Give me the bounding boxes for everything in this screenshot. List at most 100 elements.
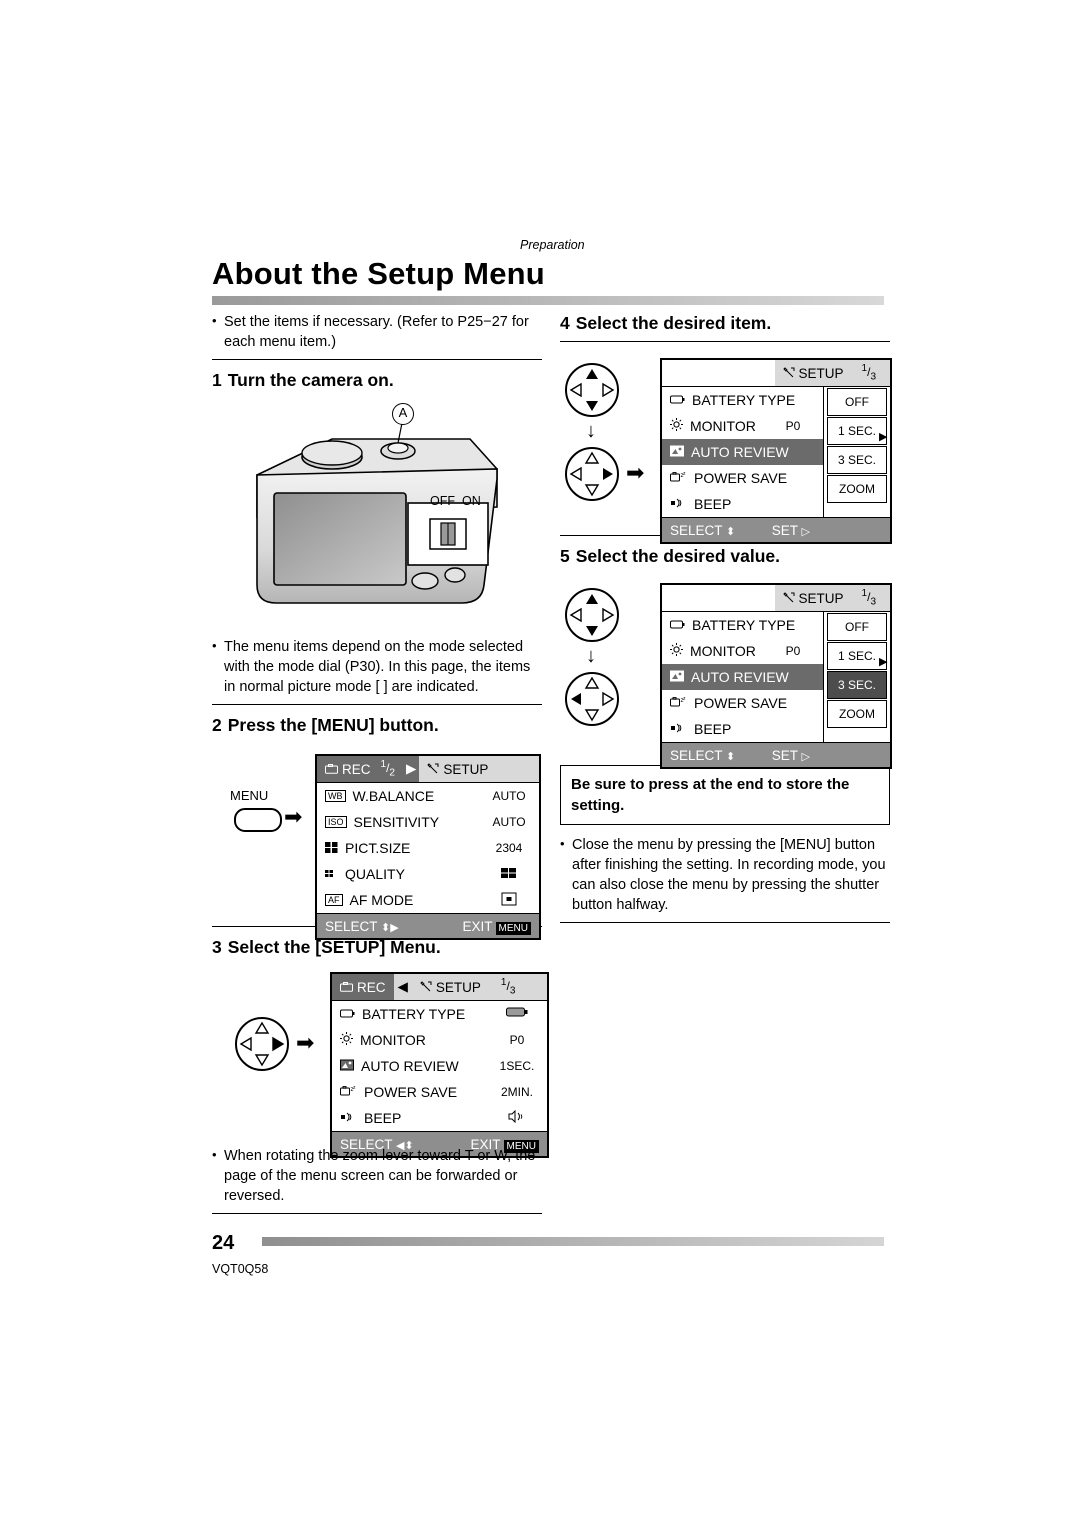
menu-row[interactable]: ISO SENSITIVITY AUTO [317,809,539,835]
mode-bullet: The menu items depend on the mode select… [212,636,542,697]
tab-setup-page: 1/3 [861,363,876,383]
switch-off-label: OFF [430,494,455,508]
step4-figure: ↓ ➡ SETUP 1/3 BATTERY TYPE MONITOR P0 AU… [560,350,892,544]
dpad-up-icon[interactable] [564,587,620,648]
footer-set[interactable]: SET ▷ [772,748,810,763]
tab-setup[interactable]: SETUP [419,756,539,782]
setup-menu-tabrow: REC ◀ SETUP 1/3 [332,974,547,1001]
menu-row[interactable]: BATTERY TYPE [332,1001,547,1027]
dpad-right-icon[interactable] [564,446,620,507]
footer-select[interactable]: SELECT ⬍ [670,748,735,763]
iso-icon: ISO [325,816,347,828]
divider [560,341,890,342]
arrow-down-icon: ↓ [586,645,596,667]
tab-prev-arrow-icon[interactable]: ◀ [393,974,412,1000]
value-option[interactable]: OFF [827,388,887,416]
value-option[interactable]: 1 SEC. [827,417,887,445]
value-option[interactable]: 3 SEC. [827,446,887,474]
value-option[interactable]: 1 SEC. [827,642,887,670]
battery-icon [340,1007,355,1022]
menu-row[interactable]: MONITOR P0 [332,1027,547,1053]
menu-row[interactable]: zz POWER SAVE [662,465,823,491]
switch-on-label: ON [462,494,481,508]
tab-rec-label: REC [357,979,386,995]
rec-menu-tabrow: REC 1/2 ▶ SETUP [317,756,539,783]
menu-row[interactable]: BEEP [662,491,823,517]
menu-row[interactable]: QUALITY [317,861,539,887]
value-option[interactable]: ZOOM [827,700,887,728]
menu-button-icon[interactable] [234,808,282,832]
pictsize-icon [325,841,338,856]
menu-row[interactable]: BATTERY TYPE [662,387,823,413]
rec-menu-footer: SELECT ⬍▶ EXIT MENU [317,913,539,938]
tab-blank [662,360,775,386]
row-value: AUTO [492,789,526,803]
menu-row[interactable]: zz POWER SAVE [662,690,823,716]
setup-menu-rows: BATTERY TYPE MONITOR P0 AUTO REVIEW 1SEC… [332,1001,547,1131]
dpad-up-icon[interactable] [564,362,620,423]
setup-menu-screen: REC ◀ SETUP 1/3 BATTERY TYPE MONITOR P0 … [330,972,549,1158]
camera-illustration: A OFF ON [212,397,542,637]
dpad-icon[interactable] [234,1016,290,1072]
close-menu-bullet: Close the menu by pressing the [MENU] bu… [560,834,890,915]
menu-row[interactable]: PICT.SIZE 2304 [317,835,539,861]
arrow-right-icon: ➡ [284,804,303,829]
row-label: MONITOR [360,1032,426,1048]
menu-row[interactable]: zz POWER SAVE 2MIN. [332,1079,547,1105]
footer-set[interactable]: SET ▷ [772,523,810,538]
menu-row[interactable]: AF AF MODE [317,887,539,913]
tab-setup-label: SETUP [798,590,844,606]
tab-setup[interactable]: SETUP 1/3 [411,974,547,1000]
svg-text:z: z [683,471,686,477]
dpad-left-icon[interactable] [564,671,620,732]
footer-select[interactable]: SELECT ⬍▶ [325,919,399,934]
menu-row[interactable]: MONITOR P0 [662,638,823,664]
row-label: POWER SAVE [694,695,788,711]
menu-row[interactable]: BATTERY TYPE [662,612,823,638]
row-value: P0 [509,1033,525,1047]
footer-select[interactable]: SELECT ⬍ [670,523,735,538]
value-option-selected[interactable]: 3 SEC. [827,671,887,699]
auto-review-icon [340,1059,354,1074]
menu-row-selected[interactable]: AUTO REVIEW [662,439,823,465]
tab-rec[interactable]: REC [332,974,394,1000]
row-label: SENSITIVITY [353,814,440,830]
battery-icon [670,618,685,633]
menu-row-selected[interactable]: AUTO REVIEW [662,664,823,690]
wrench-icon [420,981,432,992]
monitor-icon [670,418,683,434]
power-save-icon: zz [670,696,687,711]
menu4-footer: SELECT ⬍ SET ▷ [662,517,890,542]
row-value [495,1007,539,1021]
menu-row[interactable]: WB W.BALANCE AUTO [317,783,539,809]
menu-row[interactable]: MONITOR P0 [662,413,823,439]
footer-exit[interactable]: EXIT MENU [463,919,531,935]
step-2-number: 2 [212,715,222,735]
tab-setup[interactable]: SETUP 1/3 [774,585,890,611]
menu4-rows: BATTERY TYPE MONITOR P0 AUTO REVIEW z z … [662,387,823,517]
menu-row[interactable]: AUTO REVIEW 1SEC. [332,1053,547,1079]
auto-review-icon [670,670,684,685]
step-4: 4 Select the desired item. [560,312,890,334]
menu4-value-column: OFF 1 SEC. 3 SEC. ZOOM [823,387,890,517]
divider [212,704,542,705]
right-column: 4 Select the desired item. ↓ ➡ SETUP 1/3… [560,312,892,932]
row-label: MONITOR [690,418,756,434]
row-value: AUTO [492,815,526,829]
value-option[interactable]: ZOOM [827,475,887,503]
row-label: BEEP [694,721,732,737]
title-rule [212,296,884,305]
menu-row[interactable]: BEEP [332,1105,547,1131]
row-value [487,867,531,882]
note-box: Be sure to press at the end to store the… [560,765,890,825]
wrench-icon [427,763,439,774]
row-label: BATTERY TYPE [692,392,796,408]
value-option[interactable]: OFF [827,613,887,641]
intro-bullet: Set the items if necessary. (Refer to P2… [212,311,542,352]
tab-next-arrow-icon[interactable]: ▶ [402,756,420,782]
running-head: Preparation [520,238,585,252]
step-3-number: 3 [212,937,222,957]
tab-rec[interactable]: REC [317,756,379,782]
tab-setup[interactable]: SETUP 1/3 [774,360,890,386]
menu-row[interactable]: BEEP [662,716,823,742]
